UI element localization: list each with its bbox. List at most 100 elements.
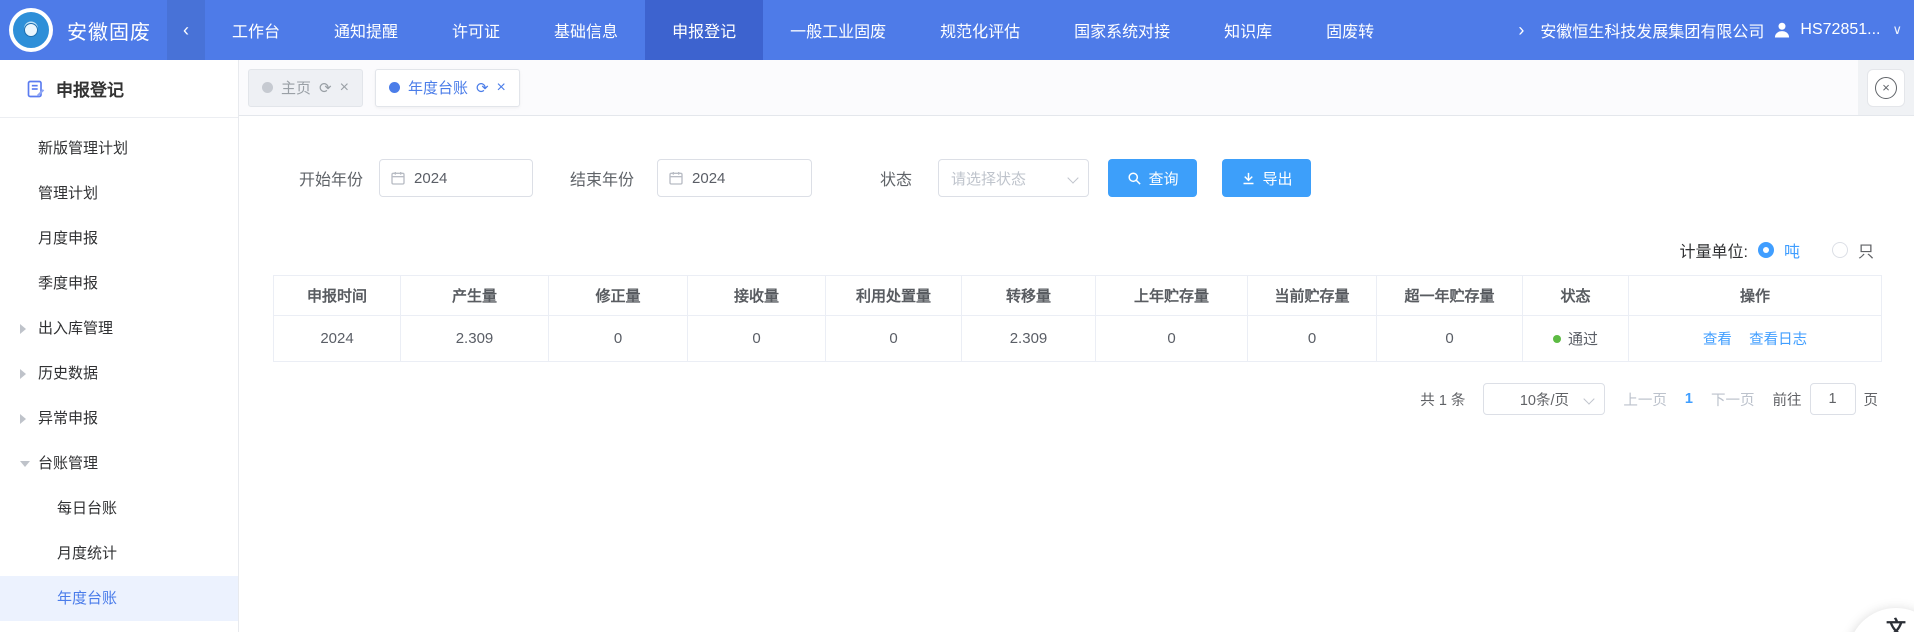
topnav-national-system[interactable]: 国家系统对接 [1047, 0, 1197, 60]
start-year-input[interactable] [414, 170, 504, 187]
tab-dot-icon [262, 82, 273, 93]
cell-status: 通过 [1523, 316, 1629, 362]
sidebar-item-new-management-plan[interactable]: 新版管理计划 [0, 126, 238, 171]
unit-selector: 计量单位: 吨 只 [1680, 238, 1874, 262]
col-received: 接收量 [688, 276, 826, 316]
goto-label: 前往 [1773, 389, 1802, 410]
pagination: 共 1 条 10条/页 上一页 1 下一页 前往 页 [1420, 383, 1878, 415]
status-select[interactable]: 请选择状态 [938, 159, 1089, 197]
cell-transferred: 2.309 [962, 316, 1096, 362]
col-operation: 操作 [1629, 276, 1882, 316]
topnav-license[interactable]: 许可证 [425, 0, 527, 60]
cell-declare-time: 2024 [274, 316, 401, 362]
tab-dot-icon [389, 82, 400, 93]
sidebar-title: 申报登记 [56, 76, 124, 101]
current-page[interactable]: 1 [1685, 391, 1693, 407]
search-icon [1127, 171, 1142, 186]
radio-ton[interactable] [1758, 242, 1774, 258]
export-button[interactable]: 导出 [1222, 159, 1311, 197]
sidebar-item-management-plan[interactable]: 管理计划 [0, 171, 238, 216]
export-button-label: 导出 [1263, 168, 1293, 189]
col-declare-time: 申报时间 [274, 276, 401, 316]
tab-refresh-icon[interactable]: ⟳ [476, 79, 489, 97]
sidebar-item-quarterly-declaration[interactable]: 季度申报 [0, 261, 238, 306]
tab-home[interactable]: 主页 ⟳ × [248, 69, 363, 107]
sidebar-item-abnormal-declaration[interactable]: 异常申报 [0, 396, 238, 441]
sidebar-item-ledger-management[interactable]: 台账管理 [0, 441, 238, 486]
calendar-icon [668, 170, 684, 186]
tab-close-icon[interactable]: × [497, 79, 506, 97]
user-icon [1772, 20, 1792, 40]
radio-piece[interactable] [1832, 242, 1848, 258]
prev-page-button[interactable]: 上一页 [1623, 389, 1667, 410]
sidebar: 申报登记 新版管理计划 管理计划 月度申报 季度申报 出入库管理 历史数据 异常… [0, 60, 239, 632]
sidebar-item-inout-warehouse[interactable]: 出入库管理 [0, 306, 238, 351]
sidebar-item-history-data[interactable]: 历史数据 [0, 351, 238, 396]
tab-annual-ledger[interactable]: 年度台账 ⟳ × [375, 69, 520, 107]
filter-row: 开始年份 结束年份 状态 [299, 159, 1311, 197]
page-size-select[interactable]: 10条/页 [1483, 383, 1605, 415]
topnav-general-industrial-waste[interactable]: 一般工业固废 [763, 0, 913, 60]
user-cluster[interactable]: 安徽恒生科技发展集团有限公司 HS72851... ∨ [1540, 18, 1902, 42]
circle-close-icon: × [1875, 77, 1897, 99]
topnav-declaration[interactable]: 申报登记 [645, 0, 763, 60]
topnav-waste-transfer[interactable]: 固废转 [1299, 0, 1374, 60]
status-placeholder: 请选择状态 [951, 168, 1026, 189]
view-link[interactable]: 查看 [1703, 332, 1732, 348]
sidebar-item-monthly-stats[interactable]: 月度统计 [0, 531, 238, 576]
sidebar-item-monthly-declaration[interactable]: 月度申报 [0, 216, 238, 261]
start-year-label: 开始年份 [299, 166, 363, 190]
col-current-storage: 当前贮存量 [1248, 276, 1377, 316]
topnav-standardized-assessment[interactable]: 规范化评估 [913, 0, 1047, 60]
sidebar-menu: 新版管理计划 管理计划 月度申报 季度申报 出入库管理 历史数据 异常申报 台账… [0, 118, 238, 621]
radio-piece-label[interactable]: 只 [1858, 238, 1874, 262]
goto-page-input[interactable] [1810, 383, 1856, 415]
topnav-workbench[interactable]: 工作台 [205, 0, 307, 60]
close-all-tabs-button[interactable]: × [1867, 69, 1905, 107]
col-generated: 产生量 [401, 276, 549, 316]
sidebar-item-daily-ledger[interactable]: 每日台账 [0, 486, 238, 531]
sidebar-header: 申报登记 [0, 60, 238, 118]
cell-operation: 查看 查看日志 [1629, 316, 1882, 362]
app-window: 安徽固废 ‹ 工作台 通知提醒 许可证 基础信息 申报登记 一般工业固废 规范化… [0, 0, 1914, 632]
topnav-basic-info[interactable]: 基础信息 [527, 0, 645, 60]
sidebar-item-label: 台账管理 [38, 455, 98, 472]
col-over-one-year-storage: 超一年贮存量 [1377, 276, 1523, 316]
cell-utilized: 0 [826, 316, 962, 362]
chevron-down-icon [1584, 393, 1595, 404]
next-page-button[interactable]: 下一页 [1711, 389, 1755, 410]
search-button[interactable]: 查询 [1108, 159, 1197, 197]
brand-title: 安徽固废 [67, 16, 151, 45]
floating-assistant-label: 文 [1886, 618, 1906, 632]
topnav-knowledge-base[interactable]: 知识库 [1197, 0, 1299, 60]
status-text: 通过 [1568, 328, 1598, 349]
cell-corrected: 0 [549, 316, 688, 362]
main-content: 开始年份 结束年份 状态 [240, 117, 1914, 632]
view-log-link[interactable]: 查看日志 [1749, 332, 1807, 348]
topnav-notifications[interactable]: 通知提醒 [307, 0, 425, 60]
company-name: 安徽恒生科技发展集团有限公司 [1540, 18, 1764, 42]
sidebar-item-annual-ledger[interactable]: 年度台账 [0, 576, 238, 621]
user-menu-chevron-icon[interactable]: ∨ [1892, 22, 1902, 38]
caret-right-icon [20, 414, 26, 424]
annual-ledger-table: 申报时间 产生量 修正量 接收量 利用处置量 转移量 上年贮存量 当前贮存量 超… [273, 275, 1882, 362]
col-status: 状态 [1523, 276, 1629, 316]
tab-close-icon[interactable]: × [340, 79, 349, 97]
radio-ton-label[interactable]: 吨 [1784, 238, 1800, 262]
cell-received: 0 [688, 316, 826, 362]
chevron-down-icon [1067, 172, 1078, 183]
end-year-input[interactable] [692, 170, 782, 187]
nav-scroll-right-icon[interactable]: › [1506, 20, 1536, 41]
end-year-label: 结束年份 [570, 166, 634, 190]
col-transferred: 转移量 [962, 276, 1096, 316]
start-year-picker[interactable] [379, 159, 533, 197]
goto-page: 前往 页 [1773, 383, 1879, 415]
status-dot-icon [1553, 335, 1561, 343]
tab-refresh-icon[interactable]: ⟳ [319, 79, 332, 97]
nav-collapse-arrow-icon[interactable]: ‹ [167, 0, 205, 60]
closeall-zone: × [1858, 60, 1914, 115]
sidebar-item-label: 异常申报 [38, 410, 98, 427]
end-year-picker[interactable] [657, 159, 812, 197]
page-size-value: 10条/页 [1520, 389, 1569, 410]
download-icon [1241, 171, 1256, 186]
